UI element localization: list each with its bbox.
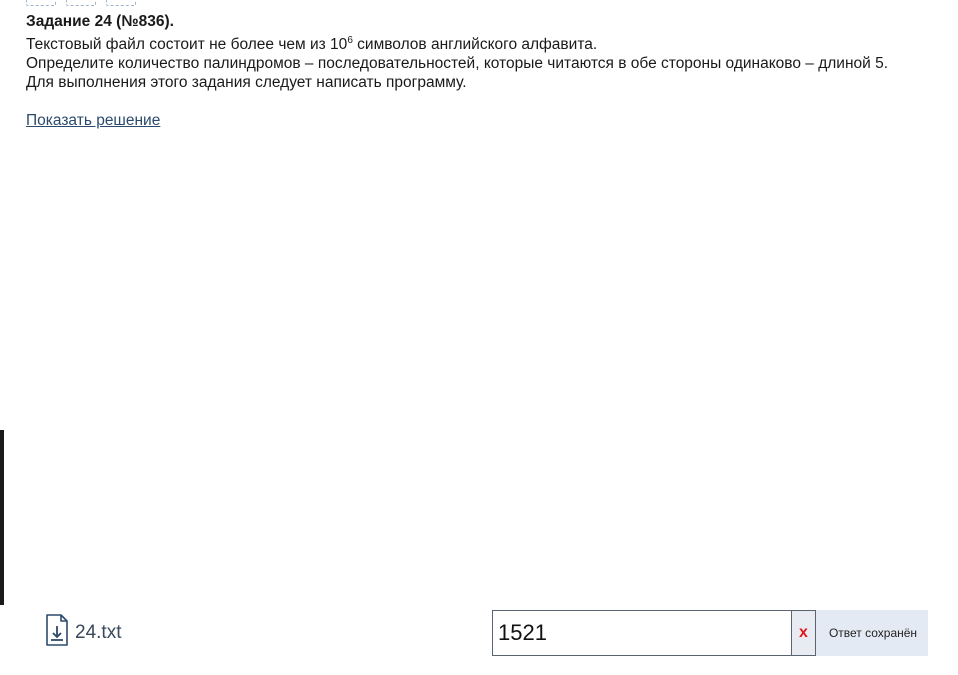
answer-saved-status: Ответ сохранён bbox=[816, 610, 928, 656]
task-line-1-text: Текстовый файл состоит не более чем из 1… bbox=[26, 36, 348, 53]
show-solution-link[interactable]: Показать решение bbox=[26, 111, 160, 130]
task-block: Задание 24 (№836). Текстовый файл состои… bbox=[26, 12, 946, 130]
task-line-1-tail: символов английского алфавита. bbox=[352, 36, 598, 53]
answer-box: x Ответ сохранён bbox=[492, 610, 928, 656]
task-page: Задание 24 (№836). Текстовый файл состои… bbox=[0, 0, 958, 675]
task-line-2: Определите количество палиндромов – посл… bbox=[26, 55, 889, 72]
file-download-icon bbox=[45, 614, 69, 651]
toolbar-icon-1[interactable] bbox=[26, 0, 56, 6]
task-line-1: Текстовый файл состоит не более чем из 1… bbox=[26, 35, 946, 54]
top-toolbar-icons bbox=[26, 0, 136, 8]
answer-input[interactable] bbox=[492, 610, 792, 656]
clear-answer-button[interactable]: x bbox=[792, 610, 816, 656]
task-text: Текстовый файл состоит не более чем из 1… bbox=[26, 35, 946, 92]
file-name: 24.txt bbox=[75, 621, 122, 643]
task-line-3: Для выполнения этого задания следует нап… bbox=[26, 74, 467, 91]
toolbar-icon-3[interactable] bbox=[106, 0, 136, 6]
scrollbar-edge[interactable] bbox=[0, 430, 4, 605]
task-title: Задание 24 (№836). bbox=[26, 13, 174, 30]
toolbar-icon-2[interactable] bbox=[66, 0, 96, 6]
file-download-link[interactable]: 24.txt bbox=[45, 614, 121, 651]
